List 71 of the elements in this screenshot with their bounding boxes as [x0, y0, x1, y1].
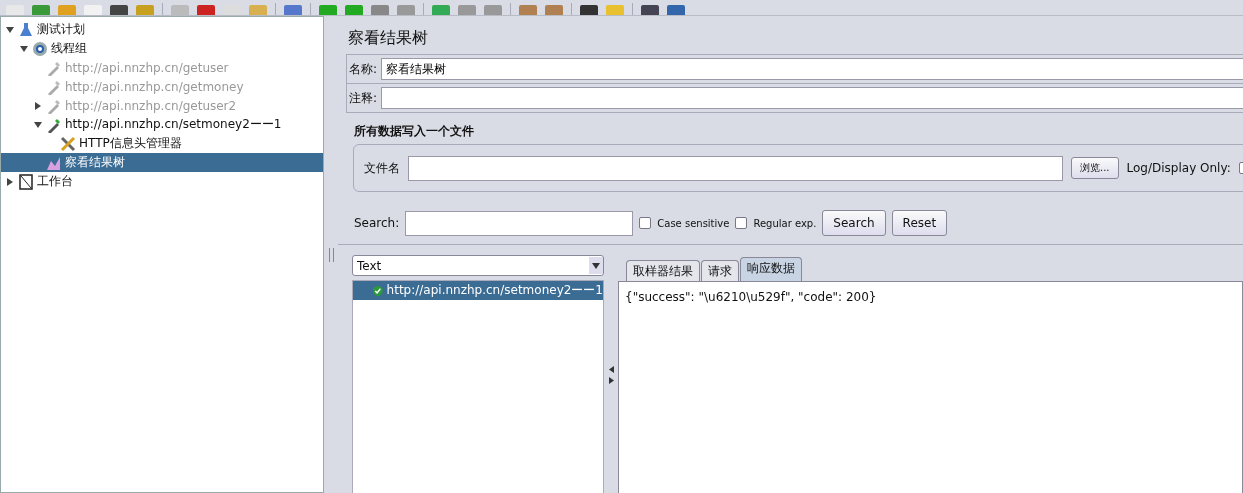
toolbar-icon[interactable]	[136, 5, 154, 15]
toolbar-icon[interactable]	[319, 5, 337, 15]
result-item[interactable]: http://api.nnzhp.cn/setmoney2ーー1	[353, 281, 603, 300]
toolbar-icon[interactable]	[110, 5, 128, 15]
toolbar-icon[interactable]	[580, 5, 598, 15]
tree-item[interactable]: 测试计划	[1, 20, 323, 39]
tab[interactable]: 请求	[701, 260, 739, 281]
flask-icon	[18, 21, 34, 38]
search-button[interactable]: Search	[822, 210, 886, 236]
toolbar-icon[interactable]	[345, 5, 363, 15]
gear-icon	[32, 40, 48, 57]
panel-title: 察看结果树	[347, 28, 429, 49]
pipette-icon	[46, 59, 62, 76]
tree-item[interactable]: HTTP信息头管理器	[1, 134, 323, 153]
dropdown-arrow-icon	[592, 262, 600, 269]
splitter-handle[interactable]	[328, 247, 334, 262]
search-field[interactable]	[405, 210, 634, 236]
checkbox-label: Case sensitive	[657, 217, 730, 229]
field-label: Log/Display Only:	[1126, 161, 1231, 175]
renderer-dropdown[interactable]: Text	[352, 255, 604, 276]
toolbar-icon[interactable]	[6, 5, 24, 15]
checkbox-label: Regular exp.	[753, 217, 817, 229]
toolbar-icon[interactable]	[58, 5, 76, 15]
field-label: Search:	[354, 216, 400, 230]
response-text: {"success": "\u6210\u529f", "code": 200}	[625, 290, 877, 304]
toolbar-icon[interactable]	[458, 5, 476, 15]
toolbar-icon[interactable]	[519, 5, 537, 15]
tree-item[interactable]: 察看结果树	[1, 153, 323, 172]
filename-field[interactable]	[408, 155, 1063, 181]
tab[interactable]: 响应数据	[740, 257, 802, 281]
toolbar-icon[interactable]	[397, 5, 415, 15]
toolbar-icon[interactable]	[249, 5, 267, 15]
pipette-icon	[46, 97, 62, 114]
tree-item[interactable]: 工作台	[1, 172, 323, 191]
toolbar-icon[interactable]	[432, 5, 450, 15]
expand-icon[interactable]	[5, 176, 15, 187]
toolbar-icon[interactable]	[171, 5, 189, 15]
toolbar-icon[interactable]	[667, 5, 685, 15]
name-field[interactable]: 察看结果树	[381, 58, 1243, 80]
collapse-icon[interactable]	[5, 24, 15, 35]
toolbar-icon[interactable]	[84, 5, 102, 15]
notepad-icon	[18, 173, 34, 190]
toolbar-icon[interactable]	[32, 5, 50, 15]
expand-right-icon[interactable]	[608, 377, 614, 384]
toolbar-icon[interactable]	[284, 5, 302, 15]
pipette-icon	[46, 78, 62, 95]
shield-check-icon	[373, 283, 383, 298]
toolbar-icon[interactable]	[371, 5, 389, 15]
tab[interactable]: 取样器结果	[626, 260, 700, 281]
section-title: 所有数据写入一个文件	[353, 123, 475, 140]
toolbar-icon[interactable]	[197, 5, 215, 15]
toolbar-icon[interactable]	[223, 5, 241, 15]
pipette-icon	[46, 116, 62, 133]
comment-field[interactable]	[381, 87, 1243, 109]
checkbox[interactable]	[639, 217, 652, 229]
toolbar-icon[interactable]	[641, 5, 659, 15]
reset-button[interactable]: Reset	[891, 210, 948, 236]
tree-item[interactable]: http://api.nnzhp.cn/setmoney2ーー1	[1, 115, 323, 134]
tools-icon	[60, 135, 76, 152]
collapse-icon[interactable]	[19, 43, 29, 54]
toolbar-icon[interactable]	[606, 5, 624, 15]
field-label: 注释:	[349, 89, 378, 107]
toolbar-icon[interactable]	[484, 5, 502, 15]
checkbox[interactable]	[735, 217, 748, 229]
toolbar-icon[interactable]	[545, 5, 563, 15]
collapse-left-icon[interactable]	[608, 366, 614, 373]
field-label: 文件名	[364, 159, 400, 177]
browse-button[interactable]: 浏览...	[1071, 157, 1119, 179]
field-label: 名称:	[349, 60, 378, 78]
tree-item[interactable]: 线程组	[1, 39, 323, 58]
collapse-icon[interactable]	[33, 119, 43, 130]
